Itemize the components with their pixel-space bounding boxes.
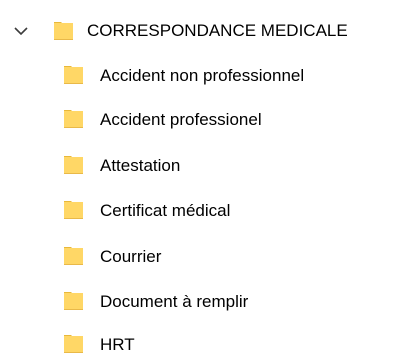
tree-item-hrt[interactable]: HRT bbox=[0, 323, 407, 363]
folder-icon bbox=[62, 332, 86, 356]
tree-item-accident-non-professionnel[interactable]: Accident non professionnel bbox=[0, 54, 407, 98]
tree-item-attestation[interactable]: Attestation bbox=[0, 144, 407, 188]
tree-item-label: CORRESPONDANCE MEDICALE bbox=[87, 21, 348, 40]
folder-icon bbox=[62, 63, 86, 87]
folder-icon bbox=[52, 19, 76, 43]
folder-icon bbox=[62, 198, 86, 222]
folder-icon bbox=[62, 289, 86, 313]
tree-item-correspondance-medicale[interactable]: CORRESPONDANCE MEDICALE bbox=[0, 10, 407, 54]
tree-item-certificat-medical[interactable]: Certificat médical bbox=[0, 189, 407, 233]
tree-item-accident-professionel[interactable]: Accident professionel bbox=[0, 98, 407, 142]
tree-item-label: Document à remplir bbox=[100, 292, 249, 311]
tree-item-label: Accident professionel bbox=[100, 110, 262, 129]
tree-item-label: Accident non professionnel bbox=[100, 66, 305, 85]
tree-item-label: Certificat médical bbox=[100, 201, 231, 220]
folder-icon bbox=[62, 107, 86, 131]
folder-tree: CORRESPONDANCE MEDICALE Accident non pro… bbox=[0, 0, 407, 363]
tree-item-document-a-remplir[interactable]: Document à remplir bbox=[0, 280, 407, 324]
folder-icon bbox=[62, 153, 86, 177]
tree-item-label: Courrier bbox=[100, 247, 162, 266]
tree-item-label: HRT bbox=[100, 335, 135, 354]
tree-item-courrier[interactable]: Courrier bbox=[0, 235, 407, 279]
chevron-down-icon[interactable] bbox=[13, 23, 29, 39]
tree-item-label: Attestation bbox=[100, 156, 181, 175]
folder-icon bbox=[62, 244, 86, 268]
